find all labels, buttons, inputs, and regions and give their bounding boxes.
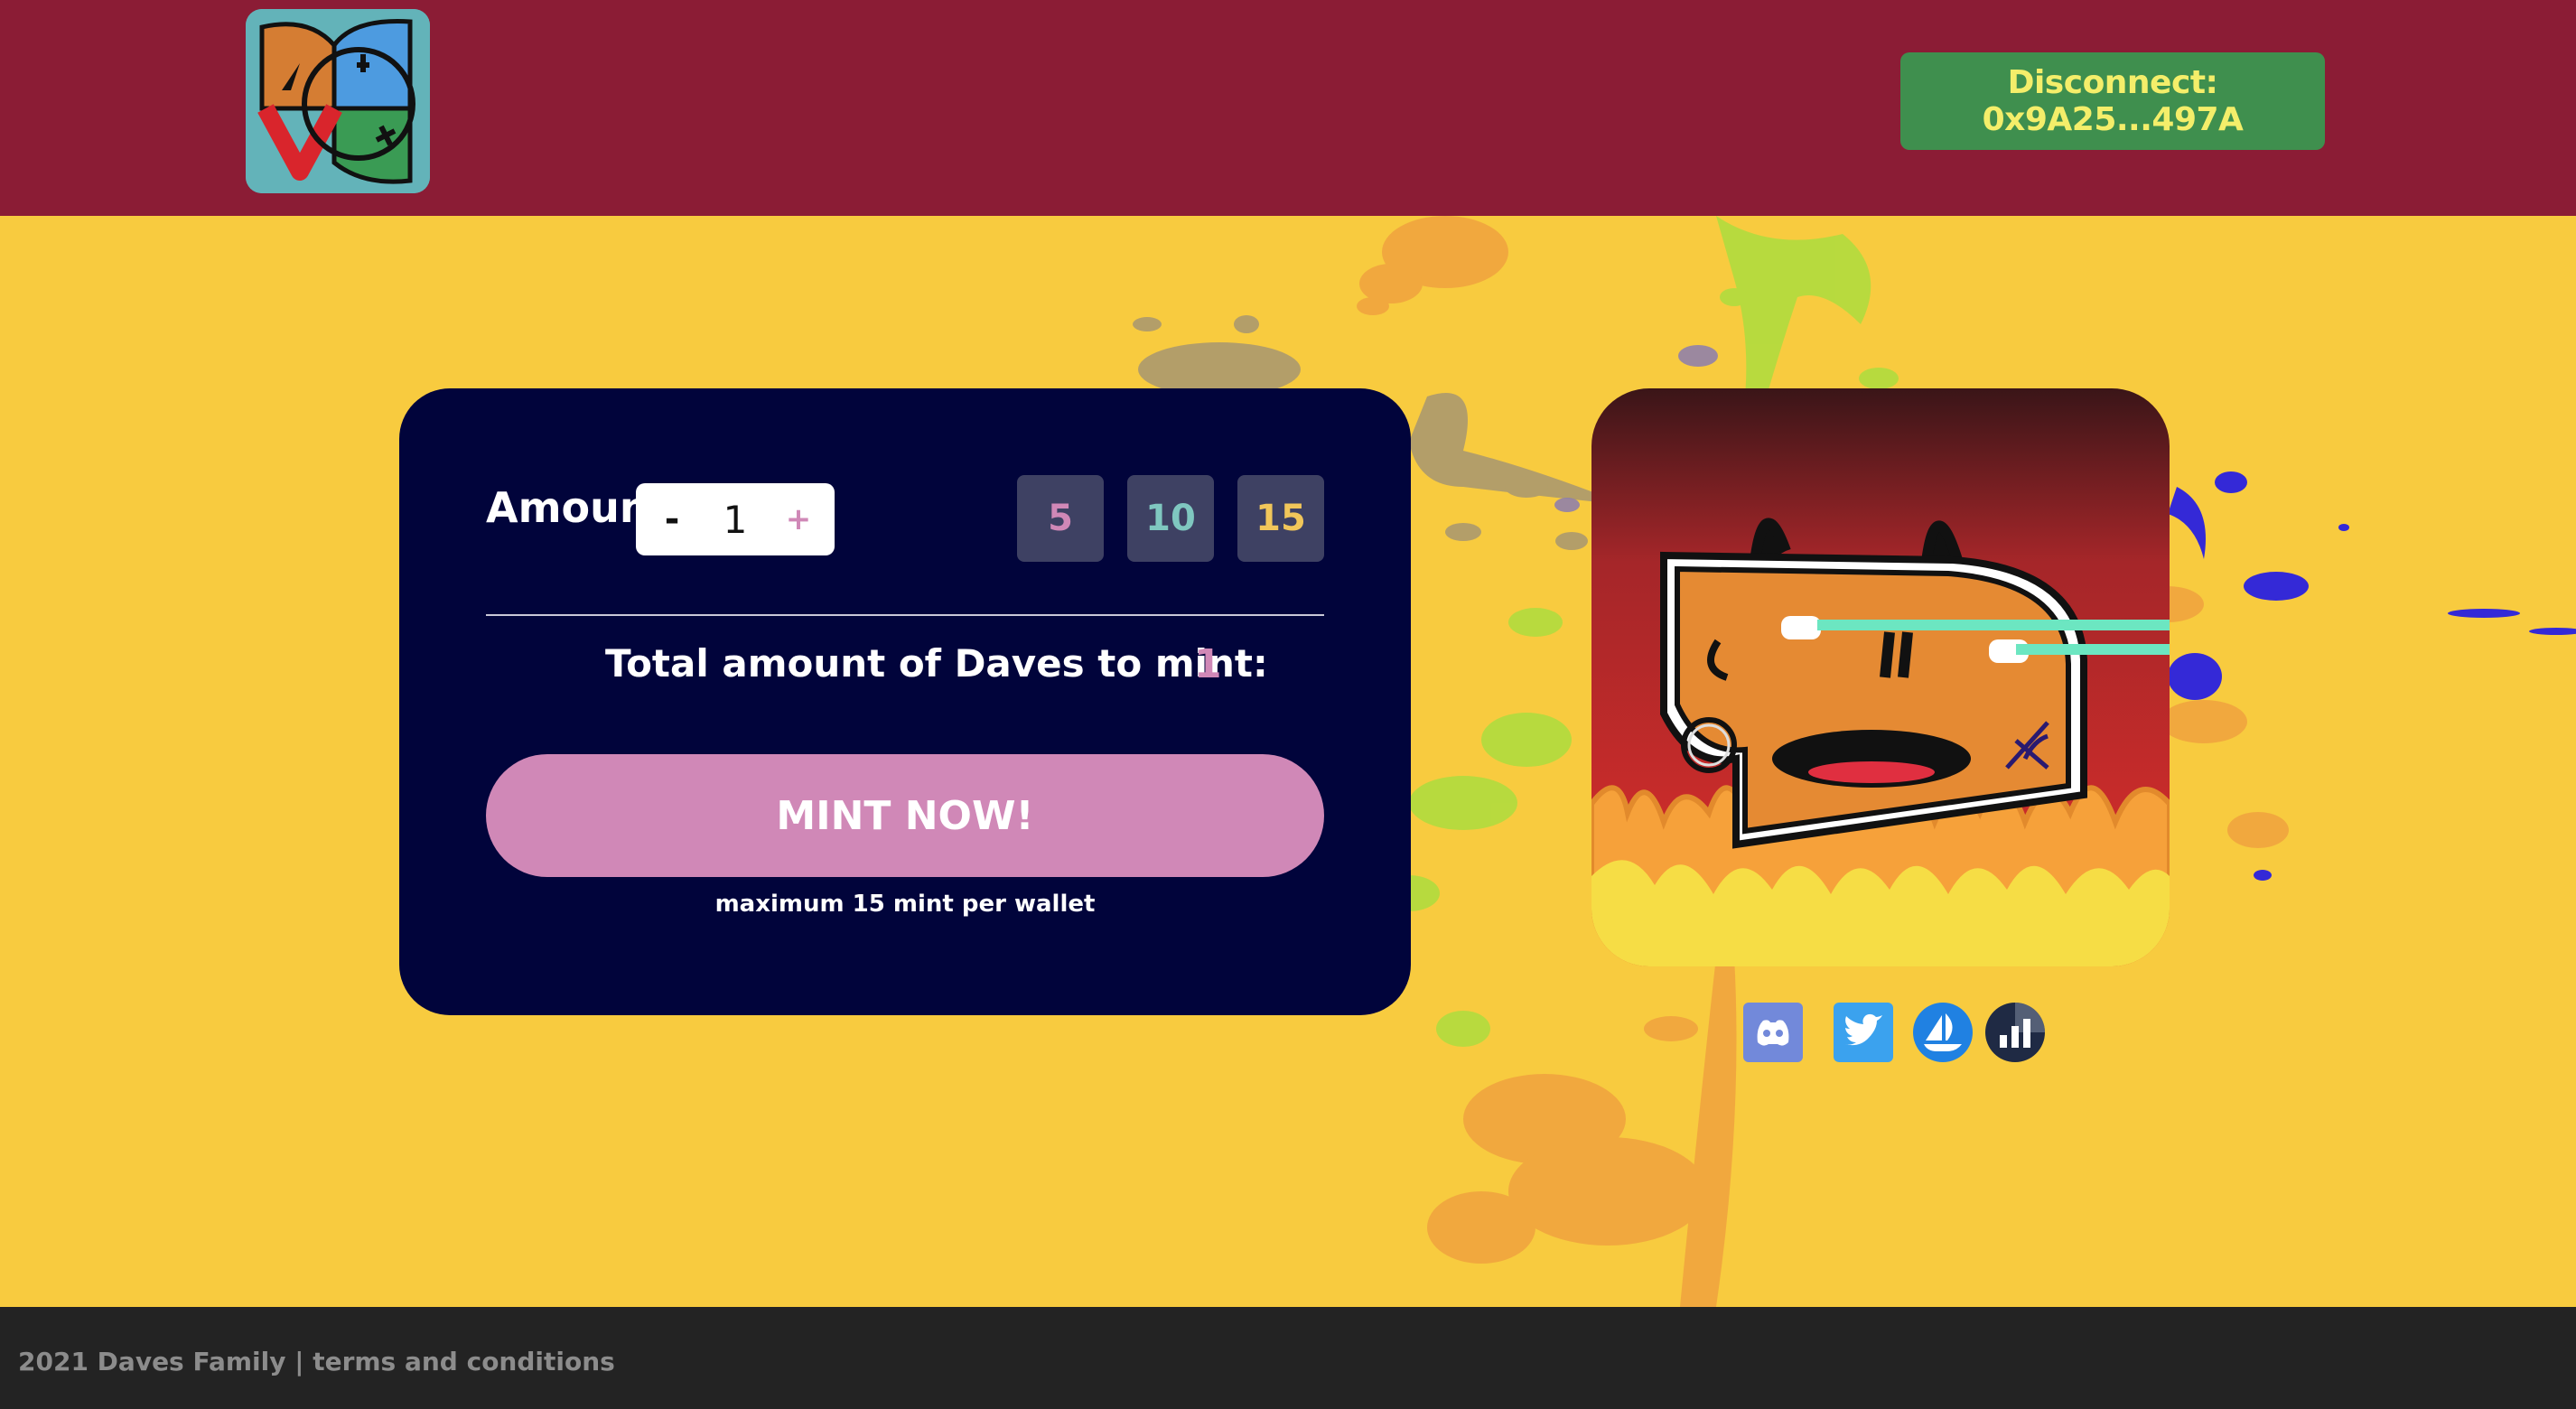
header: Disconnect: 0x9A25...497A	[0, 0, 2576, 216]
footer-terms-link[interactable]: 2021 Daves Family | terms and conditions	[18, 1347, 615, 1376]
daves-family-logo-icon[interactable]	[246, 9, 430, 193]
decrement-button[interactable]: -	[654, 483, 690, 555]
quick-amount-15-button[interactable]: 15	[1237, 475, 1324, 562]
divider	[486, 614, 1324, 616]
discord-icon[interactable]	[1741, 1001, 1805, 1064]
stats-icon[interactable]	[1983, 1001, 2047, 1064]
dave-nft-artwork	[1591, 388, 2170, 966]
quick-amount-5-button[interactable]: 5	[1017, 475, 1104, 562]
amount-stepper: - 1 +	[636, 483, 835, 555]
opensea-icon[interactable]	[1911, 1001, 1974, 1064]
disconnect-wallet-button[interactable]: Disconnect: 0x9A25...497A	[1900, 52, 2325, 150]
amount-value: 1	[723, 497, 748, 542]
max-mint-note: maximum 15 mint per wallet	[714, 891, 1096, 918]
footer: 2021 Daves Family | terms and conditions	[0, 1307, 2576, 1409]
mint-panel: Amount - 1 + 5 10 15 Total amount of Dav…	[399, 388, 1411, 1015]
quick-amount-10-button[interactable]: 10	[1127, 475, 1214, 562]
increment-button[interactable]: +	[780, 483, 817, 555]
twitter-icon[interactable]	[1832, 1001, 1895, 1064]
total-value: 1	[1194, 641, 1222, 687]
mint-now-button[interactable]: MINT NOW!	[486, 754, 1324, 877]
total-label: Total amount of Daves to mint:	[605, 641, 1268, 686]
